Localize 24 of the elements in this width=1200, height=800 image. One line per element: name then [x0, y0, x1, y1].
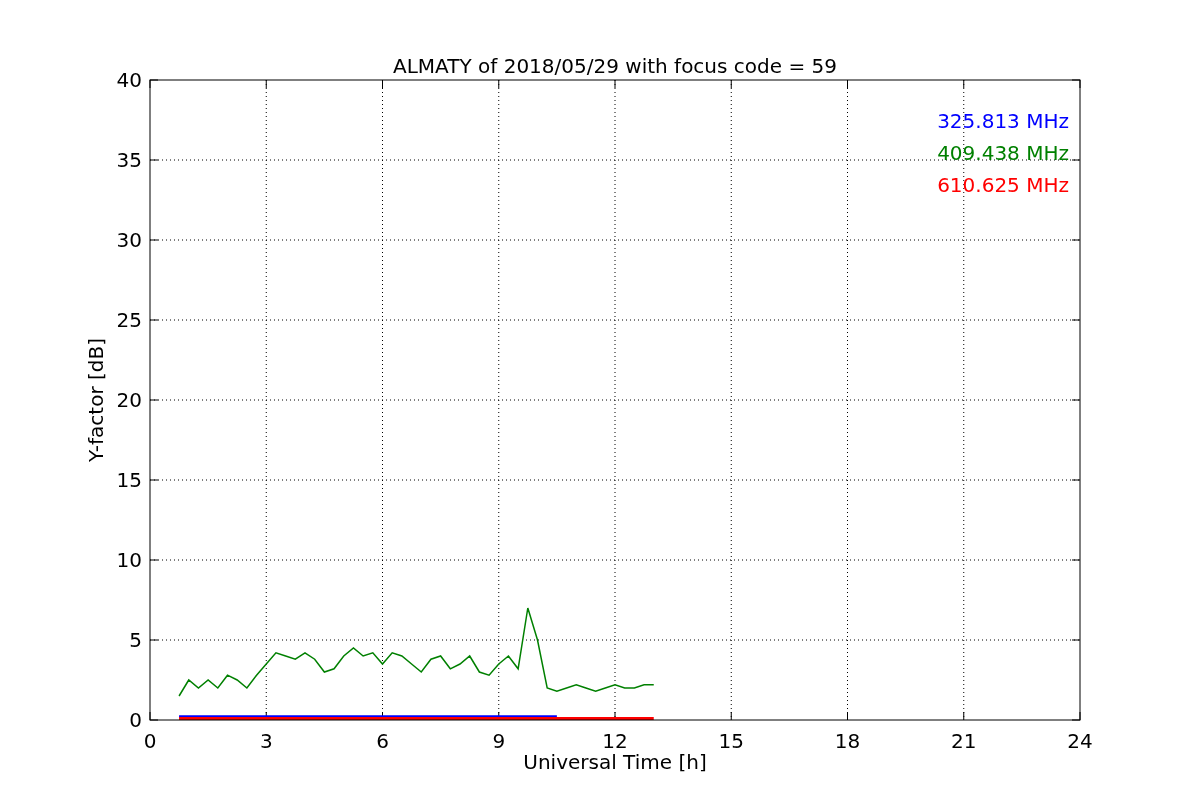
- legend-label: 325.813 MHz: [937, 109, 1069, 133]
- legend-label: 610.625 MHz: [937, 173, 1069, 197]
- tick-label: 30: [116, 228, 142, 252]
- tick-label: 9: [492, 729, 506, 753]
- axis-label: Y-factor [dB]: [84, 338, 108, 462]
- tick-label: 15: [718, 729, 744, 753]
- tick-label: 15: [116, 468, 142, 492]
- legend-label: 409.438 MHz: [937, 141, 1069, 165]
- tick-label: 6: [376, 729, 389, 753]
- tick-label: 10: [116, 548, 142, 572]
- tick-label: 0: [129, 708, 142, 732]
- tick-label: 21: [951, 729, 977, 753]
- tick-label: 5: [129, 628, 142, 652]
- tick-label: 3: [259, 729, 273, 753]
- tick-label: 35: [116, 148, 142, 172]
- chart-title: ALMATY of 2018/05/29 with focus code = 59: [393, 54, 837, 78]
- tick-label: 20: [116, 388, 142, 412]
- tick-label: 0: [143, 729, 157, 753]
- axis-label: Universal Time [h]: [523, 750, 707, 774]
- tick-label: 40: [116, 68, 142, 92]
- tick-label: 12: [602, 729, 628, 753]
- tick-label: 24: [1067, 729, 1093, 753]
- tick-label: 25: [116, 308, 142, 332]
- tick-label: 18: [834, 729, 861, 753]
